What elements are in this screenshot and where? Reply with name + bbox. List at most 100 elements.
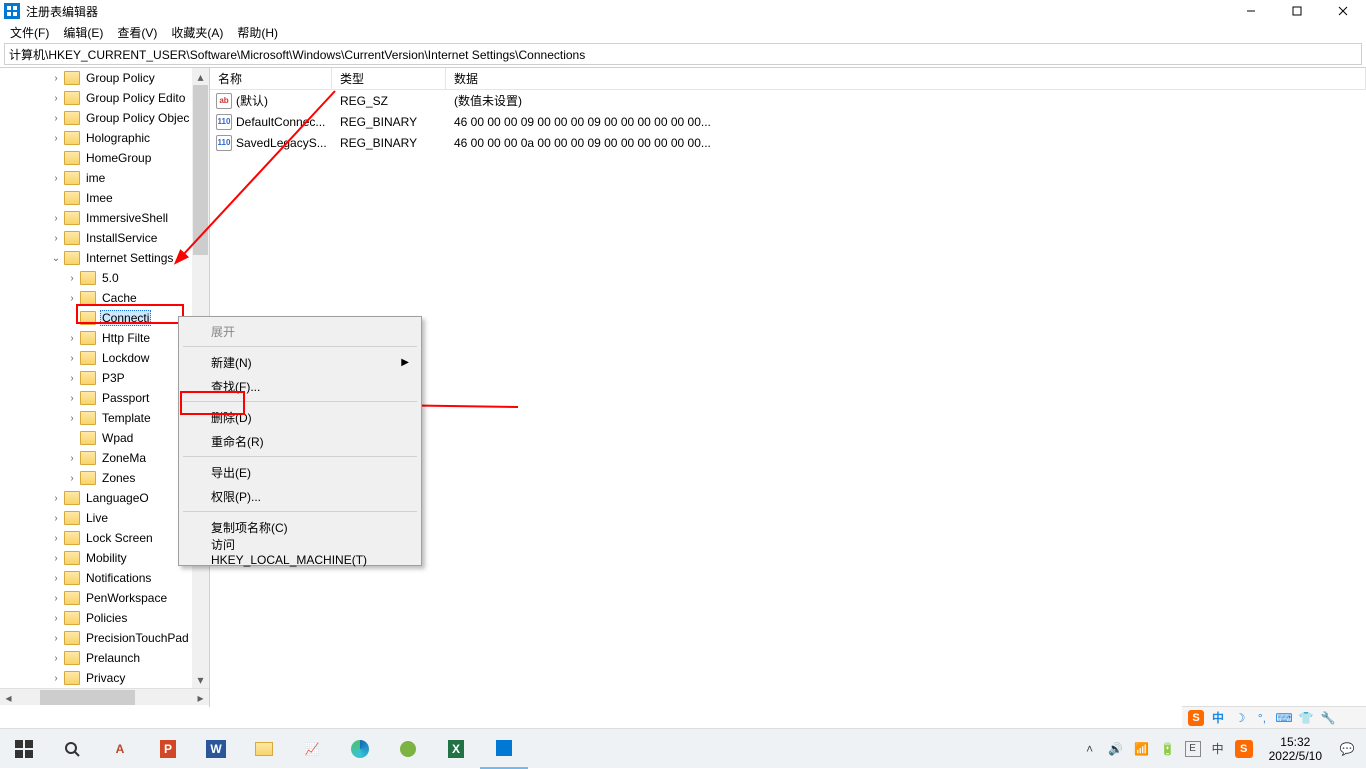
scrollbar-thumb[interactable] xyxy=(40,690,135,705)
punct-icon[interactable]: °, xyxy=(1254,710,1270,726)
menu-view[interactable]: 查看(V) xyxy=(111,23,163,42)
tree-item[interactable]: ›InstallService xyxy=(0,228,209,248)
table-row[interactable]: 110DefaultConnec...REG_BINARY46 00 00 00… xyxy=(210,111,1366,132)
cm-new[interactable]: 新建(N)▶ xyxy=(181,350,419,374)
scrollbar-thumb[interactable] xyxy=(193,85,208,255)
chevron-right-icon[interactable]: › xyxy=(66,373,78,384)
cm-permissions[interactable]: 权限(P)... xyxy=(181,484,419,508)
tree-item[interactable]: ›Holographic xyxy=(0,128,209,148)
minimize-button[interactable] xyxy=(1228,0,1274,22)
maximize-button[interactable] xyxy=(1274,0,1320,22)
scroll-left-arrow-icon[interactable]: ◂ xyxy=(0,689,17,706)
cm-delete[interactable]: 删除(D) xyxy=(181,405,419,429)
tree-item[interactable]: ›Policies xyxy=(0,608,209,628)
menu-help[interactable]: 帮助(H) xyxy=(231,23,284,42)
sogou-tray-icon[interactable]: S xyxy=(1235,740,1253,758)
tree-item[interactable]: ›Group Policy Objec xyxy=(0,108,209,128)
taskbar-app-access[interactable]: A xyxy=(96,729,144,769)
chevron-right-icon[interactable]: › xyxy=(50,533,62,544)
moon-icon[interactable]: ☽ xyxy=(1232,710,1248,726)
chevron-right-icon[interactable]: › xyxy=(50,573,62,584)
column-data[interactable]: 数据 xyxy=(446,68,1366,89)
taskbar-app-edge[interactable] xyxy=(336,729,384,769)
tray-chevron-up-icon[interactable]: ˄ xyxy=(1081,740,1099,758)
ime-lang-icon[interactable]: 中 xyxy=(1210,710,1226,726)
column-type[interactable]: 类型 xyxy=(332,68,446,89)
table-row[interactable]: ab(默认)REG_SZ(数值未设置) xyxy=(210,90,1366,111)
chevron-right-icon[interactable]: › xyxy=(50,233,62,244)
cm-find[interactable]: 查找(F)... xyxy=(181,374,419,398)
chevron-right-icon[interactable]: › xyxy=(50,93,62,104)
chevron-right-icon[interactable]: › xyxy=(50,133,62,144)
tree-item[interactable]: ›ime xyxy=(0,168,209,188)
ime-toolbar[interactable]: S 中 ☽ °, ⌨ 👕 🔧 xyxy=(1182,706,1366,728)
start-button[interactable] xyxy=(0,729,48,769)
sogou-icon[interactable]: S xyxy=(1188,710,1204,726)
tree-item[interactable]: ›HomeGroup xyxy=(0,148,209,168)
skin-icon[interactable]: 👕 xyxy=(1298,710,1314,726)
chevron-right-icon[interactable]: › xyxy=(50,213,62,224)
chevron-right-icon[interactable]: › xyxy=(66,453,78,464)
notifications-icon[interactable]: 💬 xyxy=(1338,740,1356,758)
menu-file[interactable]: 文件(F) xyxy=(4,23,55,42)
taskbar-app-regedit[interactable] xyxy=(480,729,528,769)
tree-item[interactable]: ›Group Policy xyxy=(0,68,209,88)
chevron-right-icon[interactable]: › xyxy=(50,633,62,644)
chevron-right-icon[interactable]: › xyxy=(50,593,62,604)
tree-item[interactable]: ›Prelaunch xyxy=(0,648,209,668)
tree-item[interactable]: ›ImmersiveShell xyxy=(0,208,209,228)
cm-goto-hklm[interactable]: 访问 HKEY_LOCAL_MACHINE(T) xyxy=(181,539,419,563)
ime-lang-icon[interactable]: 中 xyxy=(1209,740,1227,758)
tree-item[interactable]: ›Imee xyxy=(0,188,209,208)
scroll-down-arrow-icon[interactable]: ▾ xyxy=(192,671,209,688)
tree-item[interactable]: ›Privacy xyxy=(0,668,209,688)
keyboard-icon[interactable]: ⌨ xyxy=(1276,710,1292,726)
taskbar-app-word[interactable]: W xyxy=(192,729,240,769)
taskbar-app-explorer[interactable] xyxy=(240,729,288,769)
chevron-right-icon[interactable]: › xyxy=(50,653,62,664)
wifi-icon[interactable]: 📶 xyxy=(1133,740,1151,758)
taskbar-clock[interactable]: 15:32 2022/5/10 xyxy=(1261,735,1330,763)
volume-icon[interactable]: 🔊 xyxy=(1107,740,1125,758)
column-name[interactable]: 名称 xyxy=(210,68,332,89)
tree-item[interactable]: ›PrecisionTouchPad xyxy=(0,628,209,648)
chevron-right-icon[interactable]: › xyxy=(66,353,78,364)
address-bar[interactable]: 计算机\HKEY_CURRENT_USER\Software\Microsoft… xyxy=(4,43,1362,65)
tree-horizontal-scrollbar[interactable]: ◂ ▸ xyxy=(0,688,209,705)
chevron-right-icon[interactable]: › xyxy=(50,113,62,124)
tree-item[interactable]: ›Notifications xyxy=(0,568,209,588)
chevron-right-icon[interactable]: › xyxy=(66,393,78,404)
taskbar-app-green[interactable] xyxy=(384,729,432,769)
scroll-right-arrow-icon[interactable]: ▸ xyxy=(192,689,209,706)
taskbar-app-powerpoint[interactable]: P xyxy=(144,729,192,769)
cm-export[interactable]: 导出(E) xyxy=(181,460,419,484)
table-row[interactable]: 110SavedLegacyS...REG_BINARY46 00 00 00 … xyxy=(210,132,1366,153)
chevron-right-icon[interactable]: › xyxy=(50,173,62,184)
ime-e-icon[interactable]: E xyxy=(1185,741,1201,757)
toolbox-icon[interactable]: 🔧 xyxy=(1320,710,1336,726)
taskbar-app-excel[interactable]: X xyxy=(432,729,480,769)
search-button[interactable] xyxy=(48,729,96,769)
chevron-down-icon[interactable]: ⌄ xyxy=(50,253,62,264)
chevron-right-icon[interactable]: › xyxy=(50,493,62,504)
chevron-right-icon[interactable]: › xyxy=(66,333,78,344)
tree-item[interactable]: ›Cache xyxy=(0,288,209,308)
scroll-up-arrow-icon[interactable]: ▴ xyxy=(192,68,209,85)
chevron-right-icon[interactable]: › xyxy=(50,513,62,524)
chevron-right-icon[interactable]: › xyxy=(50,553,62,564)
menu-edit[interactable]: 编辑(E) xyxy=(57,23,109,42)
menu-favorites[interactable]: 收藏夹(A) xyxy=(165,23,229,42)
tree-item[interactable]: ›Group Policy Edito xyxy=(0,88,209,108)
close-button[interactable] xyxy=(1320,0,1366,22)
tree-item[interactable]: ›PenWorkspace xyxy=(0,588,209,608)
chevron-right-icon[interactable]: › xyxy=(50,73,62,84)
chevron-right-icon[interactable]: › xyxy=(50,673,62,684)
chevron-right-icon[interactable]: › xyxy=(50,613,62,624)
battery-icon[interactable]: 🔋 xyxy=(1159,740,1177,758)
tree-item[interactable]: ⌄Internet Settings xyxy=(0,248,209,268)
tree-item[interactable]: ›5.0 xyxy=(0,268,209,288)
chevron-right-icon[interactable]: › xyxy=(66,413,78,424)
taskbar-app-chart[interactable]: 📈 xyxy=(288,729,336,769)
cm-rename[interactable]: 重命名(R) xyxy=(181,429,419,453)
chevron-right-icon[interactable]: › xyxy=(66,293,78,304)
